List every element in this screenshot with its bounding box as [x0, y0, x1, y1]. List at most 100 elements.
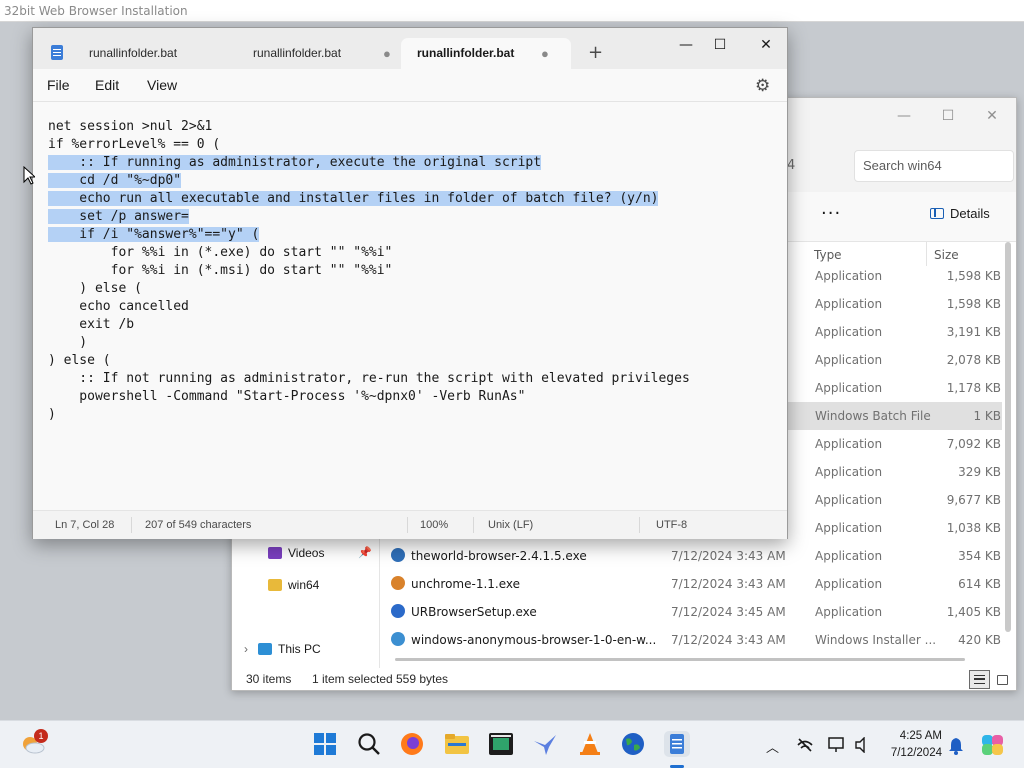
- column-header-type[interactable]: Type: [814, 248, 842, 262]
- code-line[interactable]: :: If not running as administrator, re-r…: [48, 370, 690, 388]
- tab-1[interactable]: runallinfolder.bat: [73, 38, 233, 69]
- search-icon: [358, 733, 380, 755]
- taskbar-file-explorer[interactable]: [444, 731, 470, 757]
- text-editor[interactable]: net session >nul 2>&1 if %errorLevel% == …: [33, 102, 787, 510]
- code-line-text: cd /d "%~dp0": [48, 173, 182, 188]
- code-line[interactable]: exit /b: [48, 316, 690, 334]
- taskbar-firefox[interactable]: [399, 731, 425, 757]
- taskbar-notepad-active[interactable]: [664, 731, 690, 757]
- file-type: Windows Installer ...: [815, 633, 937, 647]
- notepad-close-button[interactable]: ✕: [743, 32, 789, 58]
- code-line[interactable]: echo cancelled: [48, 298, 690, 316]
- code-line[interactable]: ): [48, 406, 690, 424]
- file-name: unchrome-1.1.exe: [411, 577, 521, 591]
- this-pc-icon: [258, 643, 272, 655]
- tray-overflow-chevron-icon[interactable]: ︿: [766, 737, 779, 756]
- unsaved-dot-icon: ●: [383, 46, 391, 61]
- more-options-button[interactable]: ···: [821, 203, 841, 224]
- file-row[interactable]: theworld-browser-2.4.1.5.exe 7/12/2024 3:…: [382, 542, 1002, 570]
- notifications-bell-icon[interactable]: [948, 737, 964, 759]
- tab-3-active[interactable]: runallinfolder.bat ●: [401, 38, 571, 69]
- windows-start-button[interactable]: [312, 731, 338, 757]
- search-input[interactable]: Search win64: [854, 150, 1014, 182]
- zoom-level[interactable]: 100%: [420, 519, 448, 531]
- code-line-text: powershell -Command "Start-Process '%~dp…: [48, 389, 526, 404]
- file-date: 7/12/2024 3:43 AM: [671, 549, 786, 563]
- taskbar-globe-browser[interactable]: [620, 731, 646, 757]
- code-line-text: :: If running as administrator, execute …: [48, 155, 542, 170]
- taskbar-vlc[interactable]: [577, 731, 603, 757]
- code-line[interactable]: for %%i in (*.msi) do start "" "%%i": [48, 262, 690, 280]
- menu-edit[interactable]: Edit: [95, 77, 119, 93]
- file-type-icon: [391, 548, 405, 562]
- details-pane-icon: [930, 208, 944, 219]
- taskbar-clock[interactable]: 4:25 AM 7/12/2024: [882, 728, 942, 762]
- vertical-scrollbar[interactable]: [1005, 242, 1011, 632]
- menu-file[interactable]: File: [47, 77, 70, 93]
- expand-chevron-icon[interactable]: ›: [244, 642, 248, 656]
- new-tab-button[interactable]: +: [588, 42, 603, 63]
- address-fragment[interactable]: 4: [787, 158, 795, 173]
- code-line[interactable]: ) else (: [48, 352, 690, 370]
- horizontal-scrollbar[interactable]: [395, 658, 965, 661]
- tiles-view-button[interactable]: [992, 670, 1013, 689]
- file-date: 7/12/2024 3:43 AM: [671, 633, 786, 647]
- code-line-text: ): [48, 407, 56, 422]
- line-ending[interactable]: Unix (LF): [488, 519, 533, 531]
- speaker-icon: [855, 736, 865, 754]
- notepad-window[interactable]: runallinfolder.bat runallinfolder.bat ● …: [32, 27, 788, 539]
- notepad-maximize-button[interactable]: ☐: [697, 32, 743, 58]
- pin-icon[interactable]: 📌: [358, 546, 372, 559]
- tab-2[interactable]: runallinfolder.bat ●: [237, 38, 407, 69]
- code-line-text: for %%i in (*.msi) do start "" "%%i": [48, 263, 393, 278]
- details-pane-button[interactable]: Details: [930, 206, 990, 221]
- file-row[interactable]: unchrome-1.1.exe 7/12/2024 3:43 AM Applica…: [382, 570, 1002, 598]
- file-size: 1,178 KB: [946, 381, 1001, 395]
- code-line-text: ): [48, 335, 88, 350]
- file-size: 329 KB: [958, 465, 1001, 479]
- volume-icon[interactable]: [854, 736, 872, 757]
- file-name: theworld-browser-2.4.1.5.exe: [411, 549, 587, 563]
- explorer-status-bar: 30 items 1 item selected 559 bytes: [232, 668, 1016, 691]
- code-line[interactable]: set /p answer=: [48, 208, 690, 226]
- file-row[interactable]: windows-anonymous-browser-1-0-en-w... 7/1…: [382, 626, 1002, 654]
- network-offline-icon[interactable]: [796, 737, 814, 757]
- clock-date: 7/12/2024: [890, 747, 942, 759]
- column-header-size[interactable]: Size: [934, 248, 959, 262]
- code-text[interactable]: net session >nul 2>&1 if %errorLevel% == …: [48, 118, 690, 424]
- code-line[interactable]: cd /d "%~dp0": [48, 172, 690, 190]
- explorer-maximize-button[interactable]: ☐: [926, 104, 970, 128]
- nav-item-videos[interactable]: Videos 📌: [268, 546, 372, 560]
- code-line-text: ) else (: [48, 281, 142, 296]
- code-line[interactable]: ): [48, 334, 690, 352]
- file-type: Application: [815, 353, 883, 367]
- code-line[interactable]: :: If running as administrator, execute …: [48, 154, 690, 172]
- status-divider: [639, 517, 640, 533]
- code-line[interactable]: ) else (: [48, 280, 690, 298]
- display-icon[interactable]: [828, 737, 846, 757]
- taskbar-search-button[interactable]: [356, 731, 382, 757]
- file-size: 1,038 KB: [946, 521, 1001, 535]
- copilot-button[interactable]: [980, 731, 1006, 757]
- code-line[interactable]: net session >nul 2>&1: [48, 118, 690, 136]
- nav-item-label: This PC: [278, 642, 321, 656]
- code-line[interactable]: powershell -Command "Start-Process '%~dp…: [48, 388, 690, 406]
- file-row[interactable]: URBrowserSetup.exe 7/12/2024 3:45 AM Appli…: [382, 598, 1002, 626]
- taskbar-media-app[interactable]: [488, 731, 514, 757]
- firefox-icon: [401, 733, 423, 755]
- details-view-button[interactable]: [969, 670, 990, 689]
- notepad-icon: [670, 734, 684, 754]
- explorer-close-button[interactable]: ✕: [970, 104, 1014, 128]
- settings-gear-icon[interactable]: ⚙: [755, 76, 770, 96]
- explorer-minimize-button[interactable]: —: [882, 104, 926, 128]
- encoding[interactable]: UTF-8: [656, 519, 687, 531]
- nav-item-win64[interactable]: win64: [268, 578, 319, 592]
- code-line[interactable]: echo run all executable and installer fi…: [48, 190, 690, 208]
- code-line[interactable]: if /i "%answer%"=="y" (: [48, 226, 690, 244]
- menu-view[interactable]: View: [147, 77, 177, 93]
- notepad-tab-bar[interactable]: runallinfolder.bat runallinfolder.bat ● …: [33, 28, 787, 69]
- code-line[interactable]: for %%i in (*.exe) do start "" "%%i": [48, 244, 690, 262]
- code-line[interactable]: if %errorLevel% == 0 (: [48, 136, 690, 154]
- taskbar-bird-app[interactable]: [532, 731, 558, 757]
- nav-item-this-pc[interactable]: › This PC: [244, 642, 321, 656]
